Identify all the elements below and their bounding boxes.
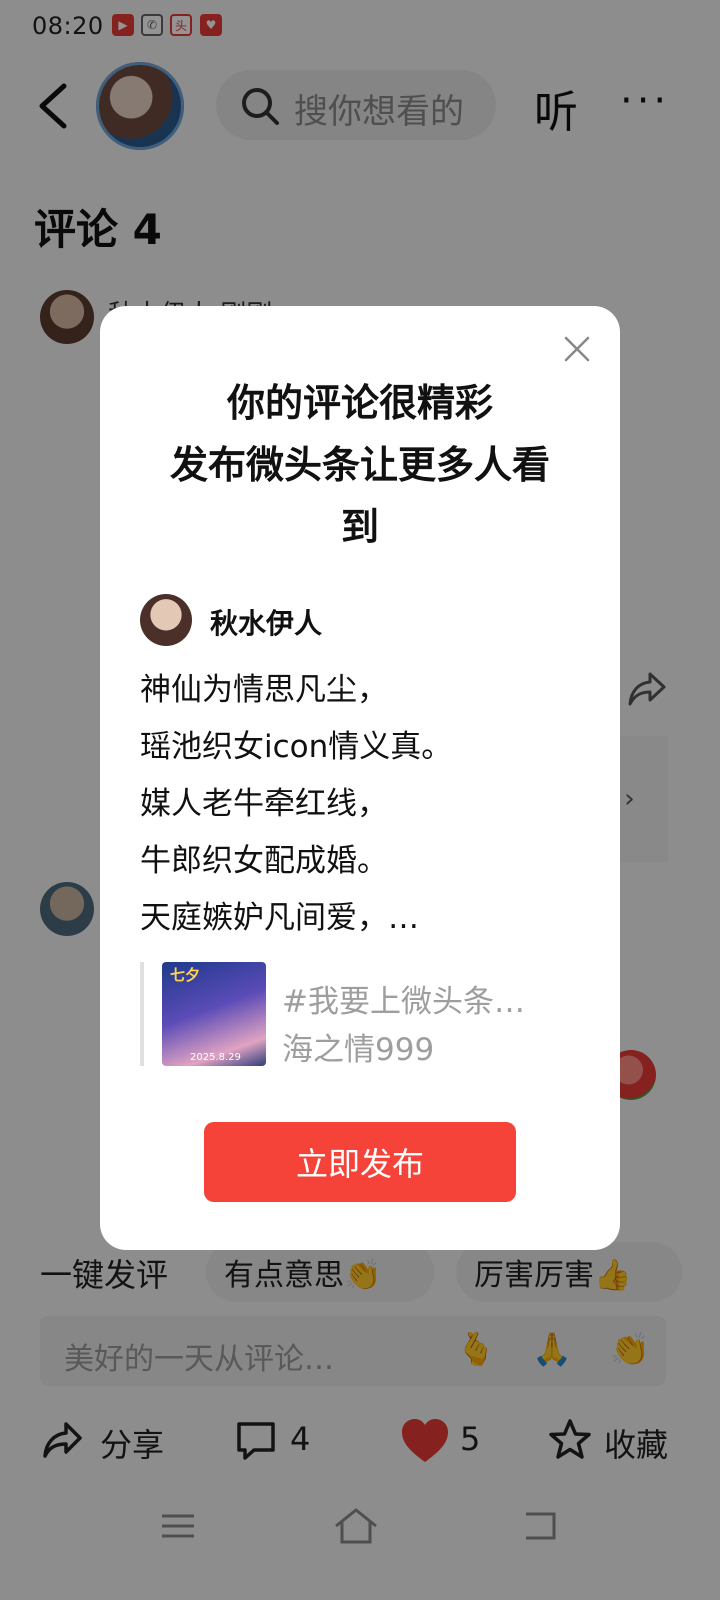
poem-line: 牛郎织女配成婚。 [140, 843, 388, 879]
comment-content: 神仙为情思凡尘， 瑶池织女icon情义真。 媒人老牛牵红线， 牛郎织女配成婚。 … [140, 662, 580, 947]
close-icon[interactable] [562, 334, 592, 364]
thumbnail-tag: 七夕 [170, 966, 201, 984]
author-name: 秋水伊人 [210, 607, 323, 640]
dialog-title-line: 你的评论很精彩 [226, 381, 493, 425]
quoted-post-title: #我要上微头条… [282, 984, 525, 1020]
poem-line: 媒人老牛牵红线， [140, 786, 388, 822]
dialog-title-line: 发布微头条让更多人看 [169, 443, 550, 487]
quote-bar [140, 962, 144, 1066]
thumbnail-date: 2025.8.29 [190, 1052, 241, 1063]
poem-line: 神仙为情思凡尘， [140, 672, 388, 708]
author-avatar [140, 594, 192, 646]
dialog-title-line: 到 [340, 505, 379, 549]
poem-line: 天庭嫉妒凡间爱，… [140, 900, 419, 936]
dialog-title: 你的评论很精彩 发布微头条让更多人看 到 [100, 372, 620, 558]
publish-button[interactable]: 立即发布 [204, 1122, 516, 1202]
quoted-post-author: 海之情999 [282, 1032, 435, 1068]
poem-line: 瑶池织女icon情义真。 [140, 729, 453, 765]
